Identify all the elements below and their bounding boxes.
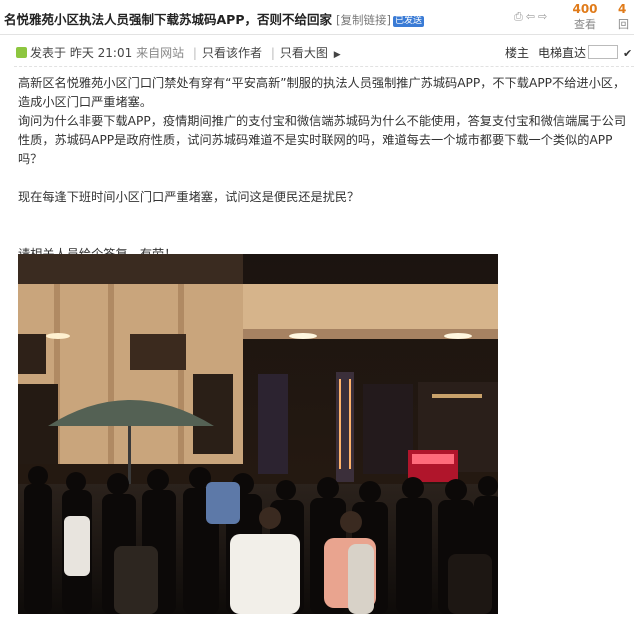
arrow-right-icon: ▶ [333, 50, 341, 60]
view-large-link[interactable]: 只看大图 [280, 46, 328, 60]
copy-link[interactable]: [复制链接] [336, 13, 391, 27]
content-paragraph: 现在每逢下班时间小区门口严重堵塞，试问这是便民还是扰民？ [18, 190, 360, 204]
floor-label: 楼主 [505, 46, 530, 60]
separator: | [270, 46, 275, 60]
views-count: 400 [572, 2, 598, 16]
post-meta-bar: 发表于 昨天 21:01 来自网站 | 只看该作者 | 只看大图 ▶ 楼主 电梯直达… [14, 44, 634, 64]
post-photo[interactable] [18, 254, 498, 614]
post-content: 高新区名悦雅苑小区门口门禁处有穿有“平安高新”制服的执法人员强制推广苏城码APP… [18, 74, 628, 264]
print-icon[interactable]: ⎙ [514, 10, 526, 23]
go-icon[interactable]: ✔ [623, 47, 632, 60]
replies-label: 回 [618, 18, 629, 31]
only-author-link[interactable]: 只看该作者 [202, 46, 262, 60]
separator: | [192, 46, 197, 60]
thread-title-line: 名悦雅苑小区执法人员强制下载苏城码APP，否则不给回家 [复制链接] 已发送 [4, 9, 424, 28]
elevator-label: 电梯直达 [538, 46, 587, 60]
post-time: 昨天 21:01 [69, 46, 133, 60]
replies-stat: 4 回 [618, 2, 634, 32]
status-badge: 已发送 [392, 16, 424, 27]
posted-label: 发表于 [30, 46, 67, 60]
crowd-photo-illustration [18, 254, 498, 614]
views-label: 查看 [574, 18, 596, 31]
thread-header: 名悦雅苑小区执法人员强制下载苏城码APP，否则不给回家 [复制链接] 已发送 ⎙⇦⇨… [0, 0, 634, 35]
divider [14, 66, 634, 67]
next-thread-icon[interactable]: ⇨ [538, 10, 550, 23]
floor-number-input[interactable] [588, 45, 619, 59]
content-paragraph: 询问为什么非要下载APP，疫情期间推广的支付宝和微信端苏城码为什么不能使用，答复… [18, 114, 627, 166]
elevator-jump: 电梯直达 ✔ [538, 44, 632, 61]
thread-title: 名悦雅苑小区执法人员强制下载苏城码APP，否则不给回家 [4, 12, 332, 27]
post-source: 来自网站 [136, 46, 185, 60]
content-paragraph: 高新区名悦雅苑小区门口门禁处有穿有“平安高新”制服的执法人员强制推广苏城码APP… [18, 76, 626, 109]
replies-count: 4 [618, 2, 627, 16]
thread-tools: ⎙⇦⇨ [514, 10, 550, 24]
prev-thread-icon[interactable]: ⇦ [526, 10, 538, 23]
post-icon [16, 47, 27, 58]
views-stat: 400 查看 [568, 2, 602, 32]
